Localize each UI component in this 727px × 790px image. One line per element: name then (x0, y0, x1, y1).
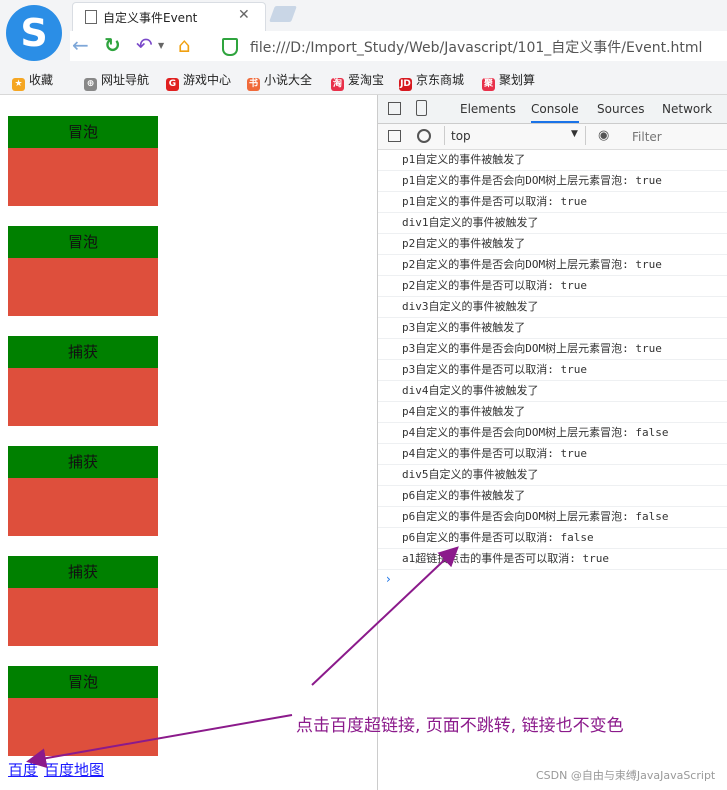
bookmark-juhuasuan[interactable]: 聚聚划算 (482, 71, 535, 91)
bookmark-label: 爱淘宝 (348, 73, 385, 87)
bookmarks-bar: ★ 收藏 ⊕ 网址导航 G 游戏中心书小说大全淘爱淘宝 JD 京东商城聚聚划算 (0, 64, 727, 94)
back-arrow-icon[interactable]: ← (72, 34, 89, 56)
tab-elements[interactable]: Elements (460, 102, 516, 116)
undo-icon[interactable]: ↶ (136, 34, 153, 56)
console-prompt[interactable]: › (378, 570, 727, 588)
jd-icon: JD (399, 78, 412, 91)
new-tab-button[interactable] (269, 6, 297, 22)
book-icon: 书 (247, 78, 260, 91)
event-box[interactable]: 捕获 (8, 556, 158, 646)
console-message: p1自定义的事件是否会向DOM树上层元素冒泡: true (378, 171, 727, 192)
event-box-body[interactable] (8, 478, 158, 536)
bookmark-label: 聚划算 (499, 73, 536, 87)
event-box[interactable]: 冒泡 (8, 116, 158, 206)
console-toolbar: top ▼ ◉ (378, 124, 727, 150)
console-message: p2自定义的事件是否会向DOM树上层元素冒泡: true (378, 255, 727, 276)
security-shield-icon[interactable] (222, 38, 238, 56)
device-toolbar-icon[interactable] (416, 100, 427, 116)
bookmark-label: 游戏中心 (183, 73, 232, 87)
chevron-down-icon[interactable]: ▼ (158, 41, 164, 50)
console-message: div3自定义的事件被触发了 (378, 297, 727, 318)
clear-console-icon[interactable] (417, 129, 431, 143)
link-row: 百度 百度地图 (8, 759, 110, 780)
console-log: p1自定义的事件被触发了 p1自定义的事件是否会向DOM树上层元素冒泡: true… (378, 150, 727, 588)
reload-icon[interactable]: ↻ (104, 34, 121, 56)
console-message: p3自定义的事件被触发了 (378, 318, 727, 339)
event-box-header[interactable]: 冒泡 (8, 666, 158, 698)
navigation-bar: ← ↻ ↶ ▼ ⌂ file:///D:/Import_Study/Web/Ja… (70, 31, 727, 61)
console-message: p6自定义的事件被触发了 (378, 486, 727, 507)
console-message: a1超链接点击的事件是否可以取消: true (378, 549, 727, 570)
annotation-text: 点击百度超链接, 页面不跳转, 链接也不变色 (296, 716, 624, 736)
tab-network[interactable]: Network (662, 102, 712, 116)
juhuasuan-icon: 聚 (482, 78, 495, 91)
event-box[interactable]: 冒泡 (8, 666, 158, 756)
bookmark-label: 小说大全 (264, 73, 313, 87)
address-bar[interactable]: file:///D:/Import_Study/Web/Javascript/1… (250, 37, 702, 57)
event-box-header[interactable]: 冒泡 (8, 226, 158, 258)
bookmark-label: 收藏 (29, 73, 54, 87)
console-message: p6自定义的事件是否会向DOM树上层元素冒泡: false (378, 507, 727, 528)
event-box-header[interactable]: 冒泡 (8, 116, 158, 148)
event-box[interactable]: 冒泡 (8, 226, 158, 316)
console-message: p1自定义的事件是否可以取消: true (378, 192, 727, 213)
bookmark-label: 京东商城 (416, 73, 465, 87)
bookmark-label: 网址导航 (101, 73, 150, 87)
event-box-body[interactable] (8, 258, 158, 316)
bookmark-star[interactable]: ★ 收藏 (12, 71, 53, 91)
console-message: p3自定义的事件是否可以取消: true (378, 360, 727, 381)
devtools-tabbar: Elements Console Sources Network (378, 95, 727, 124)
context-label: top (451, 129, 471, 143)
inspect-element-icon[interactable] (388, 102, 401, 115)
bookmark-jd[interactable]: JD 京东商城 (399, 71, 464, 91)
globe-icon: ⊕ (84, 78, 97, 91)
baidu-link[interactable]: 百度 (8, 761, 38, 779)
console-sidebar-icon[interactable] (388, 130, 401, 142)
star-icon: ★ (12, 78, 25, 91)
event-box-body[interactable] (8, 698, 158, 756)
tab-title: 自定义事件Event (103, 11, 198, 25)
tab-sources[interactable]: Sources (597, 102, 644, 116)
caret-down-icon: ▼ (571, 129, 578, 139)
browser-tab[interactable]: 自定义事件Event ✕ (72, 2, 266, 31)
browser-chrome: S 自定义事件Event ✕ ← ↻ ↶ ▼ ⌂ file:///D:/Impo… (0, 0, 727, 95)
document-icon (85, 10, 97, 24)
filter-input[interactable] (630, 127, 727, 147)
devtools-panel: Elements Console Sources Network top ▼ ◉… (377, 95, 727, 790)
home-icon[interactable]: ⌂ (178, 34, 191, 56)
bookmark-globe[interactable]: ⊕ 网址导航 (84, 71, 149, 91)
context-selector[interactable]: top ▼ (444, 126, 586, 145)
taobao-icon: 淘 (331, 78, 344, 91)
console-message: p6自定义的事件是否可以取消: false (378, 528, 727, 549)
console-message: div4自定义的事件被触发了 (378, 381, 727, 402)
console-message: p3自定义的事件是否会向DOM树上层元素冒泡: true (378, 339, 727, 360)
baidu-map-link[interactable]: 百度地图 (44, 761, 104, 779)
bookmark-book[interactable]: 书小说大全 (247, 71, 312, 91)
console-message: div5自定义的事件被触发了 (378, 465, 727, 486)
console-message: p1自定义的事件被触发了 (378, 150, 727, 171)
tab-console[interactable]: Console (531, 102, 579, 123)
console-message: p2自定义的事件被触发了 (378, 234, 727, 255)
bookmark-game[interactable]: G 游戏中心 (166, 71, 231, 91)
event-box[interactable]: 捕获 (8, 446, 158, 536)
game-icon: G (166, 78, 179, 91)
console-message: p2自定义的事件是否可以取消: true (378, 276, 727, 297)
event-box-body[interactable] (8, 148, 158, 206)
console-message: div1自定义的事件被触发了 (378, 213, 727, 234)
event-box[interactable]: 捕获 (8, 336, 158, 426)
event-box-header[interactable]: 捕获 (8, 556, 158, 588)
console-message: p4自定义的事件被触发了 (378, 402, 727, 423)
eye-icon[interactable]: ◉ (598, 128, 609, 143)
event-box-body[interactable] (8, 588, 158, 646)
tab-close-button[interactable]: ✕ (238, 7, 250, 23)
sogou-browser-logo[interactable]: S (6, 5, 62, 61)
event-box-header[interactable]: 捕获 (8, 446, 158, 478)
console-message: p4自定义的事件是否会向DOM树上层元素冒泡: false (378, 423, 727, 444)
console-message: p4自定义的事件是否可以取消: true (378, 444, 727, 465)
bookmark-taobao[interactable]: 淘爱淘宝 (331, 71, 384, 91)
event-box-header[interactable]: 捕获 (8, 336, 158, 368)
event-box-body[interactable] (8, 368, 158, 426)
watermark: CSDN @自由与束缚JavaJavaScript (536, 769, 716, 782)
